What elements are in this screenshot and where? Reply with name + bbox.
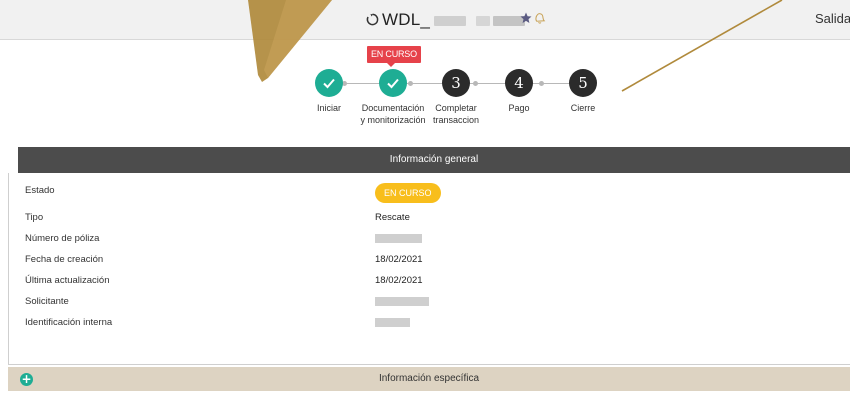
- status-badge: EN CURSO: [375, 183, 441, 203]
- check-icon: [323, 78, 335, 89]
- stepper-dot: [539, 81, 544, 86]
- step-completar[interactable]: 3: [442, 69, 470, 97]
- label-tipo: Tipo: [25, 212, 44, 223]
- step-cierre[interactable]: 5: [569, 69, 597, 97]
- stepper-dot: [473, 81, 478, 86]
- step-pago[interactable]: 4: [505, 69, 533, 97]
- top-bar: WDL_ Salidas: [0, 0, 850, 40]
- page-title: WDL_: [382, 10, 526, 30]
- refresh-icon[interactable]: [366, 13, 379, 26]
- step-label-cierre: Cierre: [570, 103, 596, 113]
- bell-icon[interactable]: [533, 11, 546, 25]
- current-step-tag: EN CURSO: [367, 46, 421, 67]
- info-especifica-label: Información específica: [378, 373, 480, 384]
- label-ultima-actualizacion: Última actualización: [25, 275, 110, 286]
- step-label-iniciar: Iniciar: [316, 103, 341, 113]
- stepper-dot: [408, 81, 413, 86]
- label-poliza: Número de póliza: [25, 233, 100, 244]
- value-poliza-redacted: [375, 234, 422, 243]
- step-label-pago: Pago: [508, 103, 530, 113]
- label-estado: Estado: [25, 185, 55, 196]
- label-fecha-creacion: Fecha de creación: [25, 254, 104, 265]
- value-tipo: Rescate: [375, 212, 410, 223]
- value-identificacion-redacted: [375, 318, 410, 327]
- redacted-block: [434, 15, 467, 26]
- value-solicitante-redacted: [375, 297, 429, 306]
- info-general-header[interactable]: Información general: [18, 147, 850, 173]
- value-ultima-actualizacion: 18/02/2021: [375, 275, 423, 286]
- label-identificacion-interna: Identificación interna: [25, 317, 113, 328]
- step-iniciar[interactable]: [315, 69, 343, 97]
- value-fecha-creacion: 18/02/2021: [375, 254, 423, 265]
- info-especifica-bar[interactable]: + Información específica: [8, 367, 850, 391]
- check-icon: [387, 78, 399, 89]
- title-prefix: WDL_: [382, 10, 431, 29]
- label-solicitante: Solicitante: [25, 296, 69, 307]
- salidas-link[interactable]: Salidas: [815, 11, 850, 26]
- step-label-completar: Completar transaccion: [432, 103, 480, 125]
- step-label-documentacion: Documentación y monitorización: [360, 103, 426, 125]
- redacted-block: [476, 15, 491, 26]
- step-documentacion[interactable]: [379, 69, 407, 97]
- star-icon[interactable]: [520, 12, 532, 24]
